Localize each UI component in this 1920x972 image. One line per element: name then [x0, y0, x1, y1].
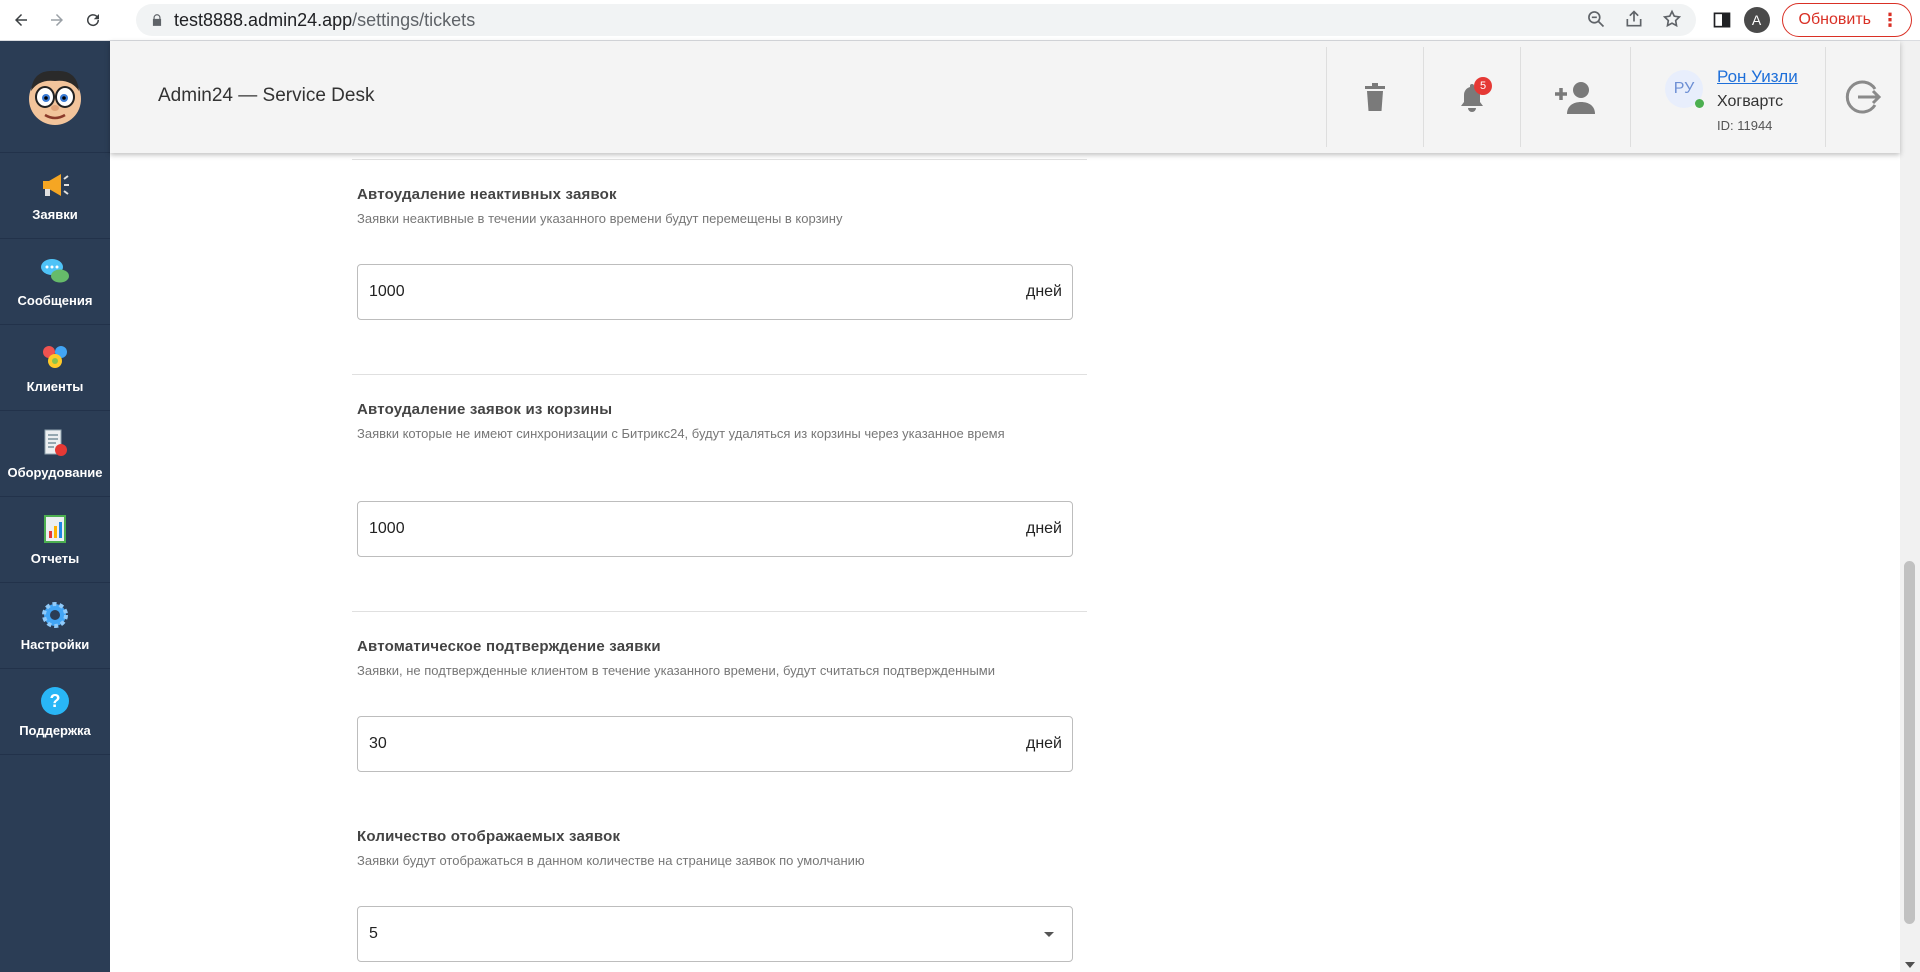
field-value: 30	[369, 735, 387, 752]
profile-avatar[interactable]: A	[1743, 7, 1770, 33]
user-organization: Хогвартс	[1717, 93, 1784, 110]
user-name-link[interactable]: Рон Уизли	[1717, 67, 1798, 87]
field-unit: дней	[1025, 283, 1062, 300]
scroll-down-arrow-icon[interactable]	[1905, 962, 1915, 968]
sidebar-item-label: Отчеты	[30, 551, 80, 566]
scrollbar-thumb[interactable]	[1904, 561, 1915, 924]
notification-count-badge: 5	[1474, 77, 1492, 95]
gear-icon	[39, 599, 71, 631]
chat-bubbles-icon	[39, 255, 71, 287]
setting-desc-trash-autodelete: Заявки которые не имеют синхронизации с …	[357, 426, 1005, 441]
forward-button[interactable]	[42, 5, 72, 35]
trash-autodelete-days-input[interactable]: 1000 дней	[357, 501, 1073, 557]
divider	[352, 374, 1087, 375]
setting-desc-auto-confirm: Заявки, не подтвержденные клиентом в теч…	[357, 663, 995, 678]
setting-desc-inactive-autodelete: Заявки неактивные в течении указанного в…	[357, 211, 843, 226]
reload-button[interactable]	[78, 5, 108, 35]
zoom-out-icon[interactable]	[1586, 9, 1606, 29]
setting-title-trash-autodelete: Автоудаление заявок из корзины	[357, 401, 613, 418]
user-profile[interactable]: РУ Рон Уизли Хогвартс ID: 11944	[1630, 47, 1825, 147]
notifications-button[interactable]: 5	[1423, 47, 1520, 147]
reload-icon	[87, 14, 100, 27]
sidebar-item-label: Настройки	[20, 637, 90, 652]
sidebar-item-label: Клиенты	[26, 379, 84, 394]
clients-icon	[39, 341, 71, 373]
sidebar-item-label: Сообщения	[17, 293, 93, 308]
equipment-icon	[39, 427, 71, 459]
top-header: Admin24 — Service Desk 5 РУ Рон Уизли Хо…	[110, 41, 1900, 153]
settings-content: Автоудаление неактивных заявок Заявки не…	[110, 153, 1900, 972]
logout-icon	[1845, 80, 1882, 114]
setting-title-inactive-autodelete: Автоудаление неактивных заявок	[357, 186, 617, 203]
logout-button[interactable]	[1825, 47, 1900, 147]
setting-desc-tickets-per-page: Заявки будут отображаться в данном колич…	[357, 853, 865, 868]
cartoon-face-logo-icon	[29, 70, 81, 125]
star-icon[interactable]	[1662, 9, 1682, 29]
app-logo[interactable]	[0, 41, 110, 153]
user-id: ID: 11944	[1717, 118, 1773, 133]
sidebar-item-tickets[interactable]: Заявки	[0, 153, 110, 239]
arrow-right-icon	[51, 14, 63, 26]
browser-toolbar: test8888.admin24.app/settings/tickets A …	[0, 0, 1920, 41]
page-scrollbar[interactable]	[1900, 41, 1920, 972]
select-value: 5	[369, 925, 378, 942]
field-value: 1000	[369, 520, 405, 537]
update-label: Обновить	[1798, 11, 1871, 28]
divider	[352, 611, 1087, 612]
lock-icon	[152, 14, 162, 26]
add-user-icon	[1554, 82, 1595, 114]
sidebar-item-equipment[interactable]: Оборудование	[0, 411, 110, 497]
trash-icon	[1365, 83, 1385, 111]
help-icon: ?	[39, 685, 71, 717]
field-unit: дней	[1025, 735, 1062, 752]
svg-text:?: ?	[50, 691, 61, 711]
divider	[352, 159, 1087, 160]
url-text: test8888.admin24.app/settings/tickets	[174, 9, 476, 30]
inactive-autodelete-days-input[interactable]: 1000 дней	[357, 264, 1073, 320]
arrow-left-icon	[15, 14, 27, 26]
sidebar-item-label: Заявки	[32, 207, 78, 222]
field-unit: дней	[1025, 520, 1062, 537]
address-bar[interactable]: test8888.admin24.app/settings/tickets	[136, 4, 1696, 36]
sidebar-item-messages[interactable]: Сообщения	[0, 239, 110, 325]
megaphone-icon	[39, 169, 71, 201]
sidebar-item-reports[interactable]: Отчеты	[0, 497, 110, 583]
menu-dots-icon: ⋮	[1881, 10, 1899, 30]
setting-title-auto-confirm: Автоматическое подтверждение заявки	[357, 638, 661, 655]
sidebar-item-support[interactable]: ? Поддержка	[0, 669, 110, 755]
setting-title-tickets-per-page: Количество отображаемых заявок	[357, 828, 621, 845]
sidebar-item-label: Оборудование	[7, 465, 103, 480]
online-status-dot	[1695, 99, 1704, 108]
dropdown-caret-icon	[1044, 931, 1054, 937]
sidebar-item-label: Поддержка	[19, 723, 91, 738]
trash-button[interactable]	[1326, 47, 1423, 147]
page-title: Admin24 — Service Desk	[158, 85, 375, 106]
auto-confirm-days-input[interactable]: 30 дней	[357, 716, 1073, 772]
add-user-button[interactable]	[1520, 47, 1630, 147]
report-icon	[39, 513, 71, 545]
tickets-per-page-select[interactable]: 5	[357, 906, 1073, 962]
sidebar-item-settings[interactable]: Настройки	[0, 583, 110, 669]
field-value: 1000	[369, 283, 405, 300]
share-icon[interactable]	[1624, 9, 1644, 29]
sidebar-item-clients[interactable]: Клиенты	[0, 325, 110, 411]
back-button[interactable]	[6, 5, 36, 35]
side-panel-icon[interactable]	[1712, 10, 1732, 30]
sidebar: Заявки Сообщения Клиенты Оборудование От…	[0, 41, 110, 972]
update-button[interactable]: Обновить ⋮	[1781, 3, 1912, 37]
